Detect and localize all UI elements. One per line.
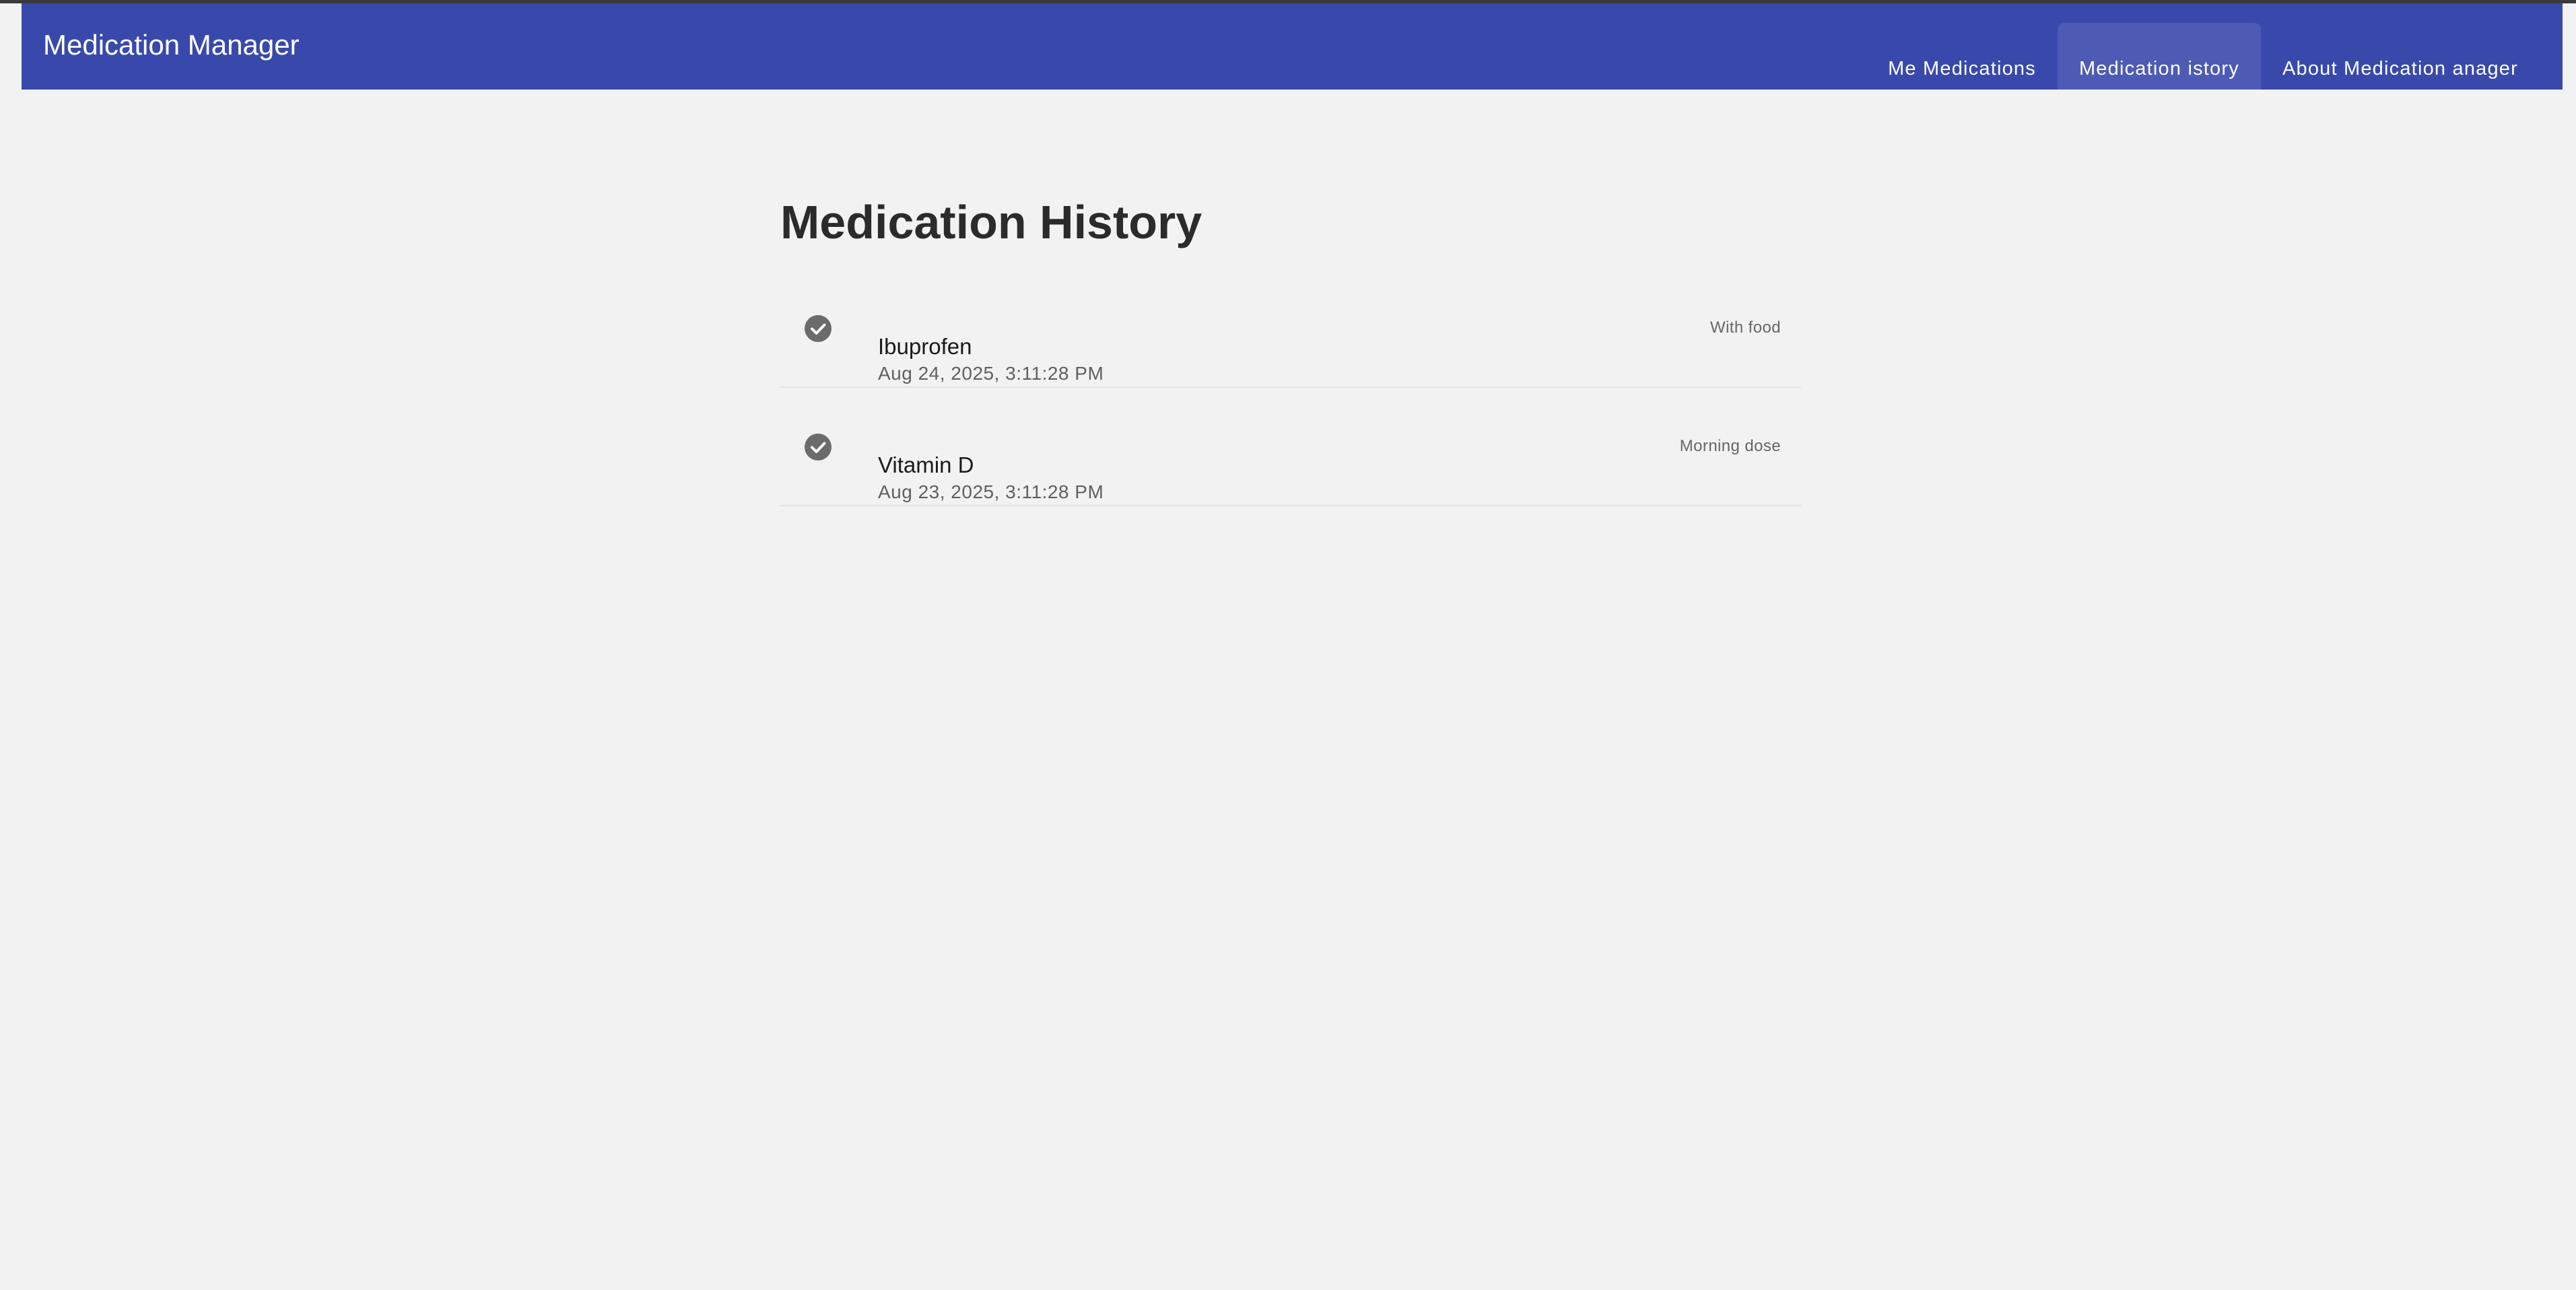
tab-label: About Medication anager [2282,58,2518,79]
medication-timestamp: Aug 23, 2025, 3:11:28 PM [878,481,1104,502]
page-title: Medication History [780,196,1202,248]
check-circle-icon [805,315,832,342]
list-item[interactable]: Vitamin D Aug 23, 2025, 3:11:28 PM Morni… [780,419,1801,506]
app-title: Medication Manager [43,29,300,61]
medication-name: Ibuprofen [878,334,972,359]
main-content: Medication History Ibuprofen Aug 24, 202… [780,196,1801,506]
medication-name: Vitamin D [878,452,974,477]
tab-label: Me Medications [1888,58,2036,79]
list-item[interactable]: Ibuprofen Aug 24, 2025, 3:11:28 PM With … [780,300,1801,388]
tab-label: Medication istory [2078,58,2239,79]
app-bar: Medication Manager Me Medications Medica… [22,3,2563,90]
tab-medication-history[interactable]: Medication istory [2057,23,2261,90]
tab-about[interactable]: About Medication anager [2261,23,2540,90]
tab-my-medications[interactable]: Me Medications [1866,23,2058,90]
main-nav: Me Medications Medication istory About M… [1866,23,2540,90]
medication-note: Morning dose [1679,437,1781,455]
check-circle-icon [805,434,832,461]
history-list: Ibuprofen Aug 24, 2025, 3:11:28 PM With … [780,300,1801,537]
medication-timestamp: Aug 24, 2025, 3:11:28 PM [878,363,1104,384]
medication-note: With food [1710,318,1781,337]
